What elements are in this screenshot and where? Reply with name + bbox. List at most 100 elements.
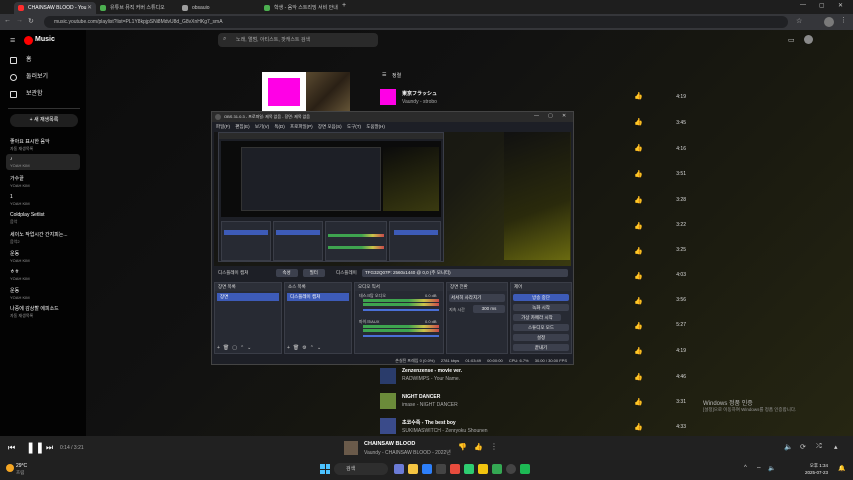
- thumbs-up-icon[interactable]: 👍: [634, 197, 643, 205]
- store-icon[interactable]: [436, 464, 446, 474]
- repeat-icon[interactable]: ⟳: [800, 443, 806, 451]
- menu-file[interactable]: 파일(F): [216, 124, 230, 129]
- close-icon[interactable]: ✕: [562, 113, 566, 119]
- exit-button[interactable]: 끝내기: [513, 344, 569, 351]
- menu-tools[interactable]: 도구(T): [347, 124, 361, 129]
- volume-icon[interactable]: 🔈: [784, 443, 793, 451]
- search-input[interactable]: 노래, 앨범, 아티스트, 팟캐스트 검색: [218, 33, 378, 47]
- sort-icon[interactable]: ☰: [382, 72, 386, 78]
- pause-icon[interactable]: ❚❚: [26, 441, 44, 454]
- scene-item[interactable]: 장면: [217, 293, 279, 301]
- song-row[interactable]: 초코수족 - The best boy SUKIMASWITCH - Zenryo…: [402, 419, 602, 434]
- tab-studio[interactable]: 유튜브 뮤직 커버 스튜디오: [96, 2, 178, 14]
- chrome-icon[interactable]: [492, 464, 502, 474]
- weather-temp[interactable]: 29°C: [16, 463, 27, 469]
- scene-add-remove-icons[interactable]: +🗑▢⌃⌄: [217, 345, 254, 351]
- menu-help[interactable]: 도움말(H): [366, 124, 385, 129]
- mixer-channel-2-slider[interactable]: [363, 335, 439, 337]
- song-row[interactable]: Zenzenzense - movie ver. RADWIMPS - Your …: [402, 368, 602, 382]
- thumbs-up-icon[interactable]: 👍: [634, 374, 643, 382]
- playlist-item[interactable]: 1 YOAH KIM: [10, 194, 80, 206]
- song-thumbnail[interactable]: [380, 89, 396, 105]
- source-item[interactable]: 디스플레이 캡쳐: [287, 293, 349, 301]
- thumbs-down-icon[interactable]: 👎: [458, 443, 467, 451]
- url-input[interactable]: music.youtube.com/playlist?list=PL1Y8kpj…: [44, 16, 788, 28]
- tray-chevron-icon[interactable]: ^: [744, 465, 747, 471]
- start-recording-button[interactable]: 녹화 시작: [513, 304, 569, 311]
- notification-icon[interactable]: 🔔: [838, 465, 845, 472]
- task-view-icon[interactable]: [394, 464, 404, 474]
- volume-icon[interactable]: 🔈: [768, 465, 775, 472]
- sort-label[interactable]: 정렬: [392, 72, 401, 79]
- mixer-channel-1-slider[interactable]: [363, 309, 439, 311]
- reload-icon[interactable]: ↻: [28, 17, 34, 25]
- start-icon[interactable]: [320, 464, 330, 474]
- thumbs-up-icon[interactable]: 👍: [634, 424, 643, 432]
- nav-home[interactable]: 홈: [10, 54, 32, 66]
- edge-icon[interactable]: [422, 464, 432, 474]
- playlist-item[interactable]: ㅎㅎ YOAH KIM: [10, 268, 80, 281]
- playlist-item[interactable]: 가수끝 YOAH KIM: [10, 175, 80, 188]
- now-playing-subtitle[interactable]: Vaundy - CHAINSAW BLOOD - 2022년: [364, 449, 451, 456]
- thumbs-up-icon[interactable]: 👍: [634, 93, 643, 101]
- profile-avatar[interactable]: [824, 17, 834, 27]
- filters-button[interactable]: 필터: [302, 269, 325, 277]
- clock-date[interactable]: 2025-07-23: [788, 470, 828, 475]
- playlist-item[interactable]: 좋아요 표시한 음악 자동 재생목록: [10, 138, 80, 152]
- menu-profile[interactable]: 프로파일(P): [290, 124, 313, 129]
- minimize-icon[interactable]: —: [534, 113, 539, 119]
- now-playing-title[interactable]: CHAINSAW BLOOD: [364, 441, 415, 447]
- user-avatar[interactable]: [804, 35, 813, 44]
- wifi-icon[interactable]: ⌔: [756, 465, 762, 473]
- menu-scene-collection[interactable]: 장면 모음(S): [318, 124, 342, 129]
- song-thumbnail[interactable]: [380, 393, 396, 409]
- song-row[interactable]: NIGHT DANCER imase - NIGHT DANCER: [402, 394, 602, 408]
- thumbs-up-icon[interactable]: 👍: [634, 248, 643, 256]
- more-options-icon[interactable]: ⋮: [490, 442, 498, 451]
- new-playlist-button[interactable]: + 새 재생목록: [10, 114, 78, 127]
- duration-input[interactable]: 300 ms: [473, 305, 505, 313]
- song-thumbnail[interactable]: [380, 418, 396, 434]
- kakaotalk-icon[interactable]: [478, 464, 488, 474]
- settings-button[interactable]: 설정: [513, 334, 569, 341]
- playlist-item[interactable]: 운동 YOAH KIM: [10, 287, 80, 300]
- playlist-item[interactable]: 나중에 감상할 에피소드 자동 재생목록: [10, 305, 80, 319]
- source-add-remove-icons[interactable]: +🗑⚙⌃⌄: [287, 345, 324, 351]
- hamburger-menu-icon[interactable]: ≡: [10, 35, 15, 45]
- menu-kebab-icon[interactable]: ⋮: [840, 16, 847, 24]
- playlist-item-active[interactable]: ♪ YOAH KIM: [6, 154, 80, 170]
- clock-time[interactable]: 오후 1:34: [788, 463, 828, 469]
- song-row[interactable]: 東京フラッシュ Vaundy - strobo: [402, 90, 602, 105]
- start-virtual-camera-button[interactable]: 가상 카메라 시작: [513, 314, 561, 321]
- shuffle-icon[interactable]: ⤮: [816, 443, 822, 451]
- maximize-icon[interactable]: ▢: [548, 113, 553, 119]
- menu-view[interactable]: 보기(V): [255, 124, 269, 129]
- playlist-item[interactable]: 세이노 작업시간 간지피는... 음악2: [10, 231, 80, 245]
- close-window-icon[interactable]: ✕: [838, 2, 843, 9]
- cast-icon[interactable]: ▭: [788, 36, 795, 44]
- back-icon[interactable]: ←: [4, 17, 11, 24]
- thumbs-up-icon[interactable]: 👍: [634, 273, 643, 281]
- studio-mode-button[interactable]: 스튜디오 모드: [513, 324, 569, 331]
- thumbs-up-icon[interactable]: 👍: [474, 443, 483, 451]
- stop-streaming-button[interactable]: 방송 중단: [513, 294, 569, 301]
- thumbs-up-icon[interactable]: 👍: [634, 171, 643, 179]
- ytmusic-logo-text[interactable]: Music: [35, 36, 55, 43]
- playlist-item[interactable]: 운동 YOAH KIM: [10, 250, 80, 263]
- tab-obsauio[interactable]: obsauio: [178, 2, 260, 14]
- tab-student[interactable]: 학생 - 음악 스트리밍 서비 안내: [260, 2, 340, 14]
- app-icon[interactable]: [450, 464, 460, 474]
- forward-icon[interactable]: →: [16, 17, 23, 24]
- thumbs-up-icon[interactable]: 👍: [634, 298, 643, 306]
- bookmark-star-icon[interactable]: ☆: [796, 17, 802, 25]
- next-icon[interactable]: ⏭: [46, 443, 53, 453]
- file-explorer-icon[interactable]: [408, 464, 418, 474]
- menu-edit[interactable]: 편집(E): [235, 124, 249, 129]
- menu-dock[interactable]: 독(D): [274, 124, 284, 129]
- app-icon[interactable]: [464, 464, 474, 474]
- obs-taskbar-icon[interactable]: [506, 464, 516, 474]
- now-playing-thumbnail[interactable]: [344, 441, 358, 455]
- playlist-item[interactable]: Coldplay Setlist 음악: [10, 212, 80, 225]
- thumbs-up-icon[interactable]: 👍: [634, 119, 643, 127]
- expand-icon[interactable]: ▴: [834, 443, 838, 451]
